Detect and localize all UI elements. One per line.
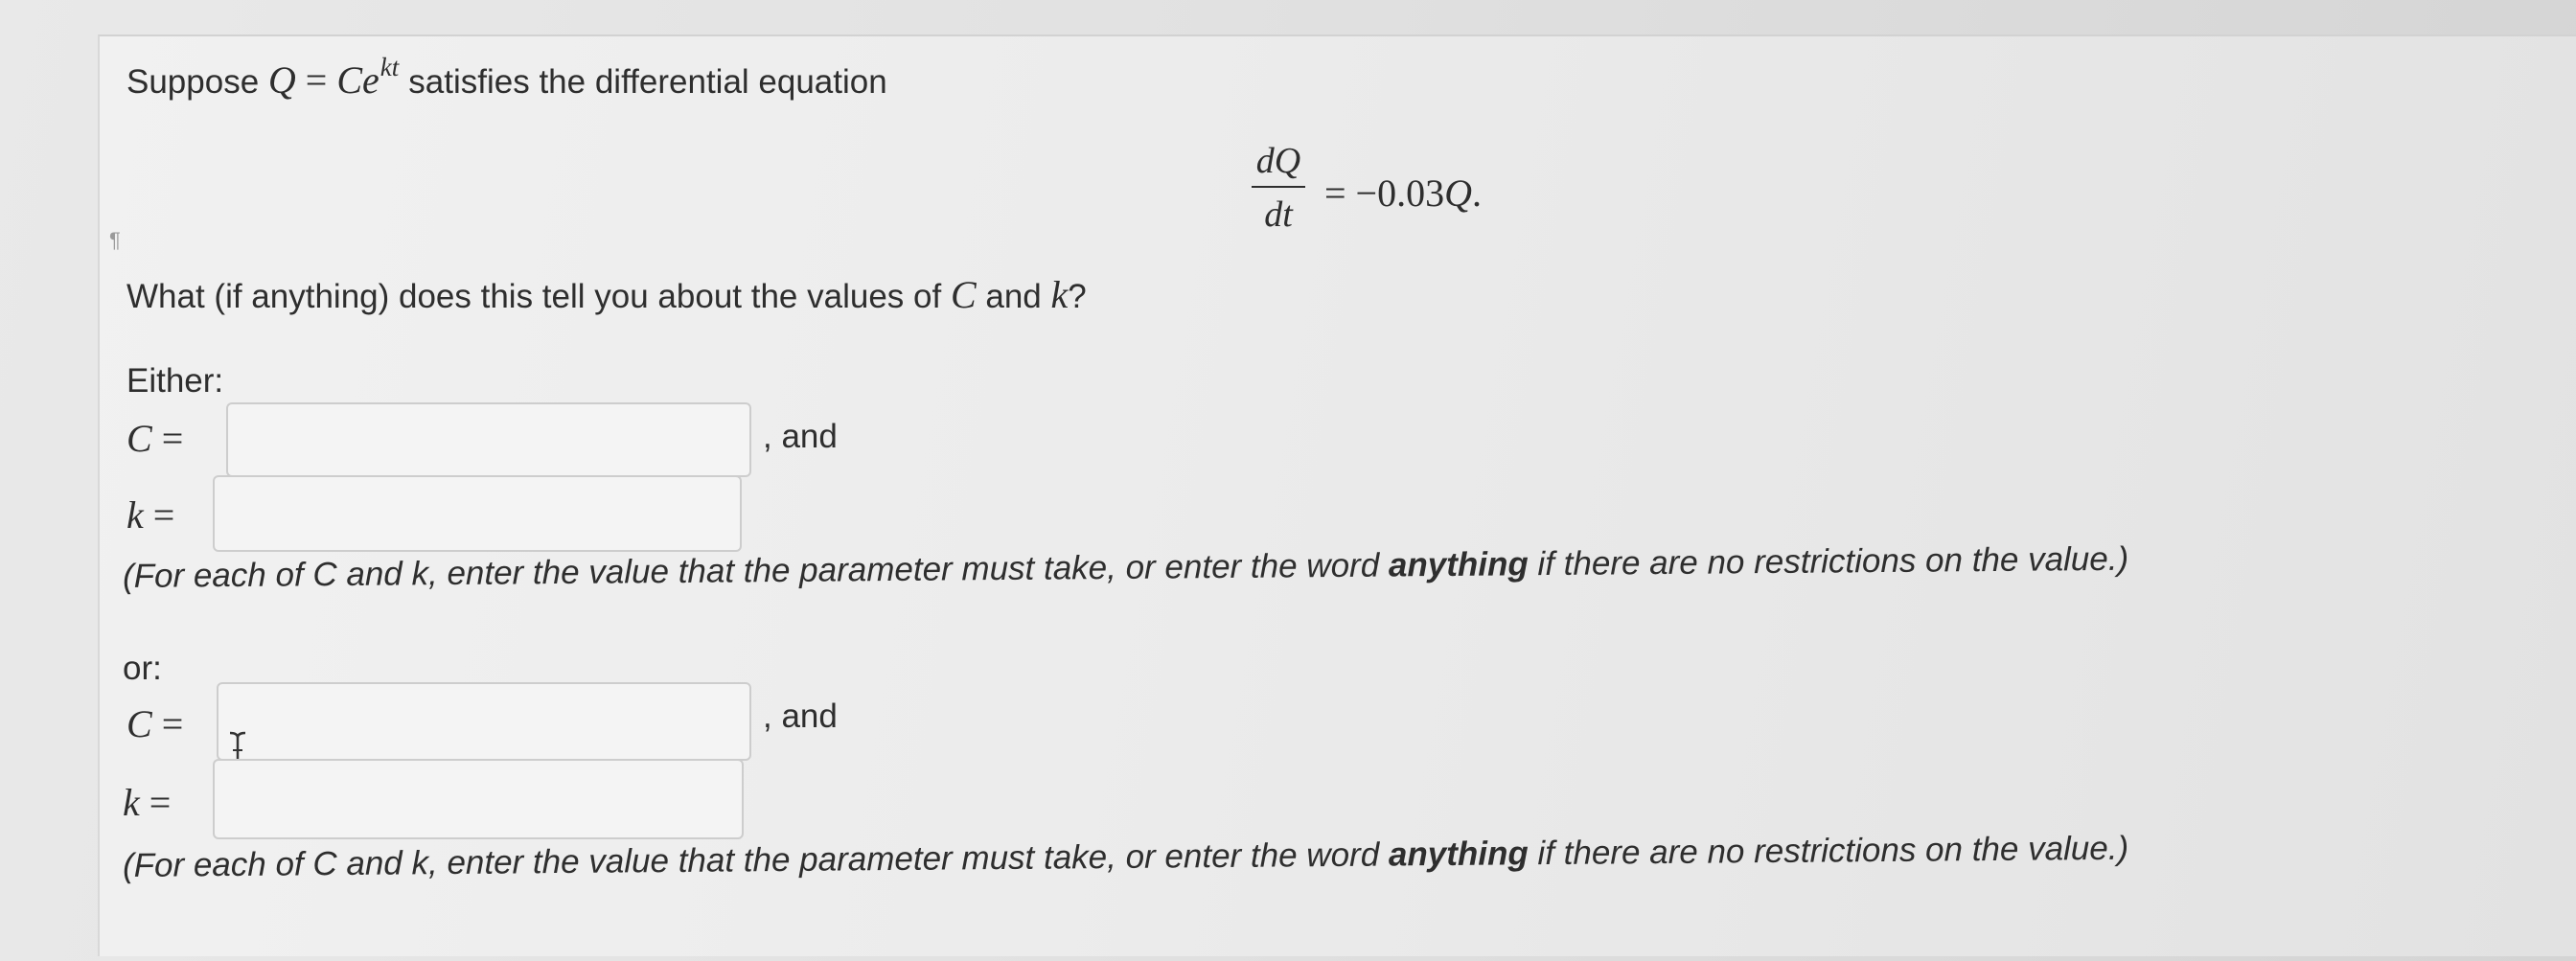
option-either-k-input[interactable] [213,475,742,552]
fraction-denominator: dt [1264,194,1293,235]
option-or-c-label: C = [126,702,184,745]
option-either-k-label: k = [126,493,175,537]
option-either-heading: Either: [126,362,224,400]
option-or-and-text: , and [763,698,838,735]
differential-fraction: dQ dt [1252,140,1305,236]
differential-rhs: = −0.03Q. [1324,172,1483,215]
option-or-heading: or: [123,650,162,687]
question-prompt: What (if anything) does this tell you ab… [126,273,1087,316]
fraction-numerator: dQ [1252,140,1305,188]
option-or-k-label: k = [123,781,172,824]
option-or-k-input[interactable] [213,759,744,839]
intro-equation: Q = Cekt [267,53,400,102]
option-either-c-input[interactable] [226,402,751,477]
paragraph-mark-icon: ¶ [109,228,121,252]
option-either-and-text: , and [763,418,838,455]
question-intro: Suppose Q = Cekt satisfies the different… [126,53,887,103]
intro-suffix: satisfies the differential equation [408,63,887,101]
option-or-c-input[interactable] [217,682,751,761]
option-either-c-label: C = [126,417,184,460]
intro-prefix: Suppose [126,63,260,101]
